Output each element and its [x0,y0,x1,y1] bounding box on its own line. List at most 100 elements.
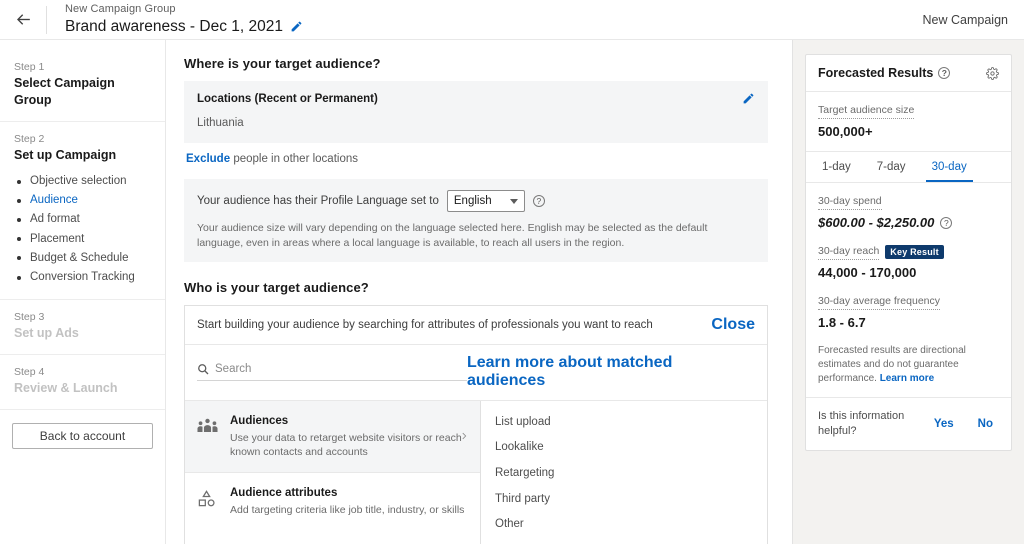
spend-help-icon[interactable]: ? [940,217,952,229]
sidebar-item-conversion-tracking[interactable]: Conversion Tracking [14,268,151,287]
option-other[interactable]: Other [481,511,767,537]
learn-more-matched-audiences-link[interactable]: Learn more about matched audiences [467,354,755,390]
forecasted-results-card: Forecasted Results ? Target audience siz… [805,54,1012,451]
tab-30-day[interactable]: 30-day [926,152,973,182]
metric-label: 30-day spend [818,194,882,210]
forecast-title-wrap: Forecasted Results ? [818,66,950,80]
chevron-down-icon [510,199,518,204]
menu-item-title: Audiences [230,414,470,429]
metric-label: 30-day reach [818,244,879,260]
language-prefix: Your audience has their Profile Language… [197,195,439,207]
builder-prompt-row: Start building your audience by searchin… [185,306,767,345]
campaign-title-row: Brand awareness - Dec 1, 2021 [65,17,303,36]
locations-label: Locations (Recent or Permanent) [197,91,755,107]
metric-label-wrap: 30-day reach [818,244,879,260]
language-select[interactable]: English [447,190,525,212]
audience-heading: Who is your target audience? [184,280,768,295]
audience-size-label: Target audience size [818,103,914,119]
audience-size-label-wrap: Target audience size [818,103,999,119]
sidebar-step-4[interactable]: Step 4 Review & Launch [0,355,165,410]
metric-value-row: $600.00 - $2,250.00 ? [818,210,999,231]
close-builder-link[interactable]: Close [711,316,755,334]
substep-list: Objective selection Audience Ad format P… [14,172,151,287]
main-inner: Where is your target audience? Locations… [184,56,768,544]
locations-panel: Locations (Recent or Permanent) Lithuani… [184,81,768,143]
target-audience-size-section: Target audience size 500,000+ [806,92,1011,152]
step-name: Review & Launch [14,380,151,397]
option-third-party[interactable]: Third party [481,486,767,512]
sidebar: Step 1 Select Campaign Group Step 2 Set … [0,40,166,544]
search-row: Search Learn more about matched audience… [185,345,767,390]
metric-label-wrap: 30-day average frequency [818,294,999,310]
option-lookalike[interactable]: Lookalike [481,435,767,461]
main-content: Where is your target audience? Locations… [166,40,792,544]
forecast-tabs: 1-day 7-day 30-day [806,152,1011,183]
menu-item-audience-attributes[interactable]: Audience attributes Add targeting criter… [185,472,480,530]
sidebar-step-1[interactable]: Step 1 Select Campaign Group [0,50,165,122]
step-number: Step 2 [14,132,151,146]
language-panel: Your audience has their Profile Language… [184,179,768,262]
pencil-icon [290,20,303,33]
language-help-icon[interactable]: ? [533,195,545,207]
search-input[interactable]: Search [197,363,467,381]
tab-7-day[interactable]: 7-day [871,152,912,182]
menu-item-text: Audiences Use your data to retarget webs… [230,414,470,459]
exclude-locations-row: Exclude people in other locations [186,153,768,165]
metric-30-day-reach: 30-day reach Key Result 44,000 - 170,000 [818,244,999,281]
edit-campaign-name-icon[interactable] [290,20,303,33]
step-number: Step 4 [14,365,151,379]
helpful-no-button[interactable]: No [978,418,993,430]
sidebar-item-ad-format[interactable]: Ad format [14,210,151,229]
campaign-name: Brand awareness - Dec 1, 2021 [65,17,283,36]
sidebar-step-2[interactable]: Step 2 Set up Campaign Objective selecti… [0,122,165,300]
helpful-yes-button[interactable]: Yes [934,418,954,430]
helpful-buttons: Yes No [934,418,999,430]
language-row: Your audience has their Profile Language… [197,190,755,212]
back-to-account-wrap: Back to account [0,410,165,462]
arrow-left-icon [14,10,33,29]
metric-30-day-average-frequency: 30-day average frequency 1.8 - 6.7 [818,294,999,331]
metric-30-day-spend: 30-day spend $600.00 - $2,250.00 ? [818,194,999,231]
chevron-right-icon [459,428,469,446]
forecast-metrics-section: 30-day spend $600.00 - $2,250.00 ? 30-da… [806,183,1011,398]
sidebar-step-3[interactable]: Step 3 Set up Ads [0,300,165,355]
pencil-icon [742,92,755,105]
step-number: Step 3 [14,310,151,324]
exclude-locations-link[interactable]: Exclude [186,153,230,165]
menu-item-title: Audience attributes [230,486,464,501]
step-name: Set up Ads [14,325,151,342]
campaign-title-block: New Campaign Group Brand awareness - Dec… [47,3,303,36]
forecast-settings-icon[interactable] [986,67,999,80]
forecast-help-icon[interactable]: ? [938,67,950,79]
sidebar-item-placement[interactable]: Placement [14,230,151,249]
step-number: Step 1 [14,60,151,74]
option-retargeting[interactable]: Retargeting [481,460,767,486]
forecast-title: Forecasted Results [818,66,933,80]
top-bar: New Campaign Group Brand awareness - Dec… [0,0,1024,40]
metric-label: 30-day average frequency [818,294,940,310]
back-button[interactable] [0,0,46,40]
search-placeholder: Search [215,363,251,375]
metric-value: 1.8 - 6.7 [818,314,999,331]
sidebar-item-objective-selection[interactable]: Objective selection [14,172,151,191]
option-list-upload[interactable]: List upload [481,409,767,435]
edit-locations-icon[interactable] [742,92,755,105]
step-name: Select Campaign Group [14,75,151,109]
forecast-learn-more-link[interactable]: Learn more [880,373,934,384]
metric-label-row: 30-day reach Key Result [818,244,999,260]
new-campaign-label: New Campaign [923,13,1008,27]
sidebar-item-budget-schedule[interactable]: Budget & Schedule [14,249,151,268]
menu-item-desc: Add targeting criteria like job title, i… [230,503,464,517]
audience-options-list: List upload Lookalike Retargeting Third … [481,401,767,544]
body: Step 1 Select Campaign Group Step 2 Set … [0,40,1024,544]
tab-1-day[interactable]: 1-day [816,152,857,182]
menu-item-audiences[interactable]: Audiences Use your data to retarget webs… [185,401,480,472]
gear-icon [986,67,999,80]
metric-value: $600.00 - $2,250.00 [818,214,934,231]
audience-builder: Start building your audience by searchin… [184,305,768,544]
audience-size-value: 500,000+ [818,123,999,140]
campaign-group-label: New Campaign Group [65,3,303,16]
builder-panes: Audiences Use your data to retarget webs… [185,400,767,544]
back-to-account-button[interactable]: Back to account [12,423,153,449]
sidebar-item-audience[interactable]: Audience [14,191,151,210]
